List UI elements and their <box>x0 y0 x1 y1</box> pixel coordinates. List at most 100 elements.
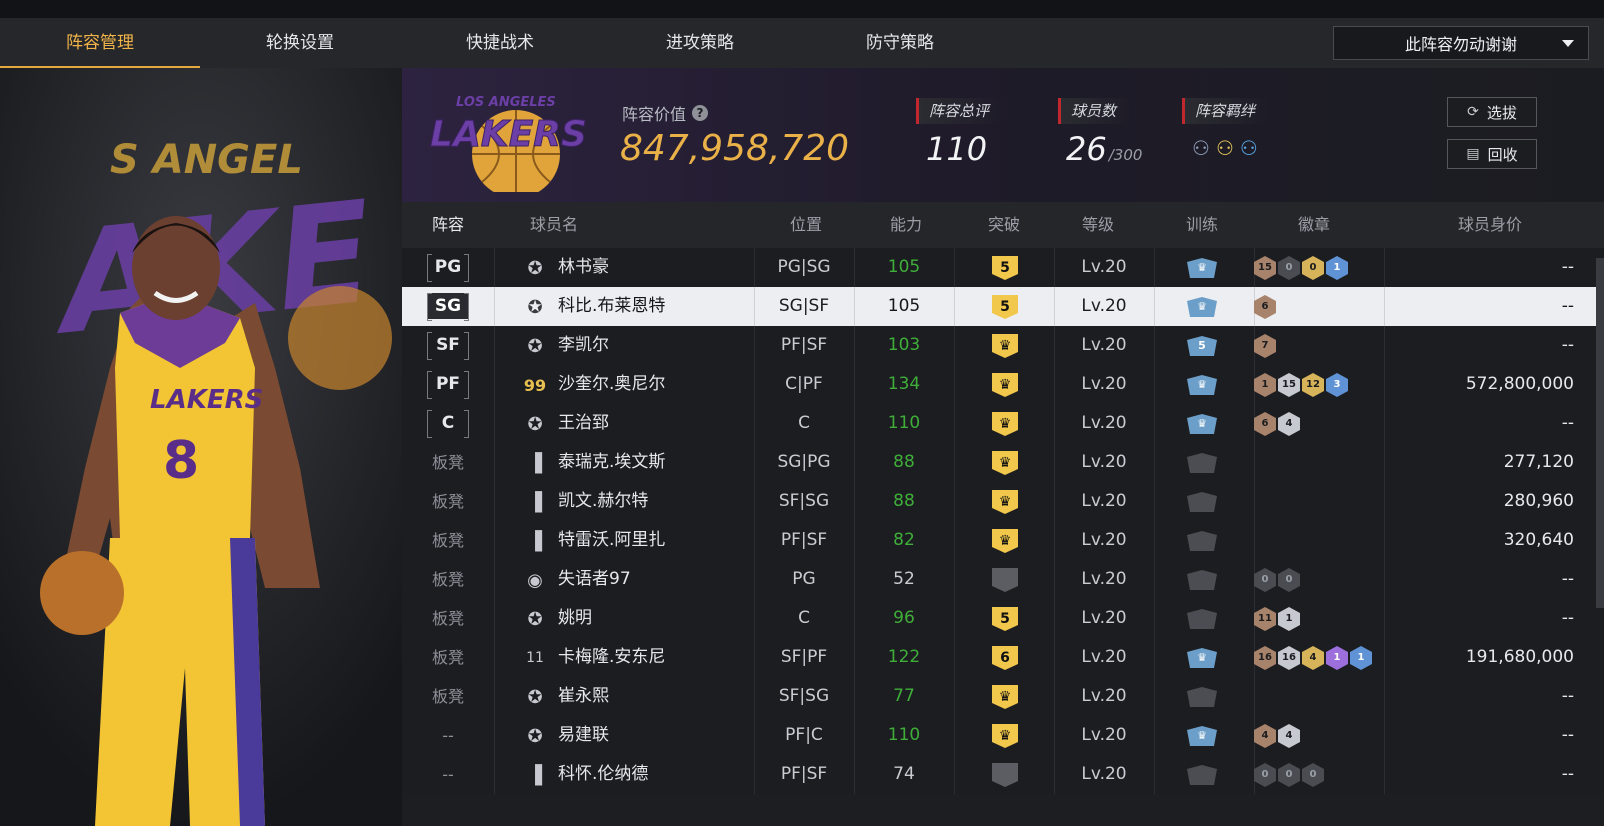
table-row[interactable]: SG ✪ 科比.布莱恩特 SG|SF 105 5 Lv.20 ♛ 6 -- <box>402 287 1604 326</box>
tab-offense[interactable]: 进攻策略 <box>600 18 800 68</box>
bond-group-icon[interactable]: ⚇ <box>1216 136 1234 160</box>
tab-lineup[interactable]: 阵容管理 <box>0 18 200 68</box>
player-name[interactable]: 失语者97 <box>558 560 631 599</box>
table-row[interactable]: 板凳 ▐ 泰瑞克.埃文斯 SG|PG 88 ♛ Lv.20 277,120 <box>402 443 1604 482</box>
slot-cell[interactable]: 板凳 <box>402 677 494 716</box>
col-position[interactable]: 位置 <box>766 202 846 248</box>
badge-icon[interactable]: 0 <box>1278 568 1300 592</box>
slot-cell[interactable]: 板凳 <box>402 482 494 521</box>
col-level[interactable]: 等级 <box>1058 202 1138 248</box>
badge-icon[interactable]: 0 <box>1278 256 1300 280</box>
player-name[interactable]: 特雷沃.阿里扎 <box>558 521 665 560</box>
badge-icon[interactable]: 12 <box>1302 373 1324 397</box>
help-icon[interactable]: ? <box>692 105 709 121</box>
badge-icon[interactable]: 0 <box>1254 763 1276 787</box>
badge-icon[interactable]: 6 <box>1254 295 1276 319</box>
table-row[interactable]: SF ✪ 李凯尔 PF|SF 103 ♛ Lv.20 5 7 -- <box>402 326 1604 365</box>
training-icon[interactable]: ♛ <box>1187 414 1217 434</box>
training-icon[interactable] <box>1187 765 1217 785</box>
training-icon[interactable]: ♛ <box>1187 648 1217 668</box>
col-ability[interactable]: 能力 <box>866 202 946 248</box>
slot-cell[interactable]: PF <box>402 365 494 404</box>
player-name[interactable]: 卡梅隆.安东尼 <box>558 638 665 677</box>
slot-cell[interactable]: 板凳 <box>402 443 494 482</box>
badge-icon[interactable]: 11 <box>1254 607 1276 631</box>
badge-icon[interactable]: 16 <box>1278 646 1300 670</box>
bond-group-icon[interactable]: ⚇ <box>1192 136 1210 160</box>
slot-cell[interactable]: C <box>402 404 494 443</box>
slot-cell[interactable]: -- <box>402 755 494 794</box>
tab-defense[interactable]: 防守策略 <box>800 18 1000 68</box>
player-name[interactable]: 林书豪 <box>558 248 609 287</box>
badge-icon[interactable]: 0 <box>1302 256 1324 280</box>
col-training[interactable]: 训练 <box>1162 202 1242 248</box>
training-icon[interactable]: ♛ <box>1187 258 1217 278</box>
badge-icon[interactable]: 15 <box>1254 256 1276 280</box>
scrollbar[interactable] <box>1596 258 1604 608</box>
position-chip[interactable]: SG <box>427 293 469 321</box>
table-row[interactable]: PF 99 沙奎尔.奥尼尔 C|PF 134 ♛ Lv.20 ♛ 1 15 12 3 572,800,0… <box>402 365 1604 404</box>
badge-icon[interactable]: 4 <box>1254 724 1276 748</box>
col-name[interactable]: 球员名 <box>514 202 594 248</box>
table-row[interactable]: 板凳 ▐ 凯文.赫尔特 SF|SG 88 ♛ Lv.20 280,960 <box>402 482 1604 521</box>
slot-cell[interactable]: 板凳 <box>402 638 494 677</box>
slot-cell[interactable]: PG <box>402 248 494 287</box>
badge-icon[interactable]: 4 <box>1278 724 1300 748</box>
col-badges[interactable]: 徽章 <box>1274 202 1354 248</box>
col-worth[interactable]: 球员身价 <box>1430 202 1550 248</box>
player-name[interactable]: 沙奎尔.奥尼尔 <box>558 365 665 404</box>
badge-icon[interactable]: 3 <box>1326 373 1348 397</box>
badge-icon[interactable]: 1 <box>1326 256 1348 280</box>
slot-cell[interactable]: SF <box>402 326 494 365</box>
training-icon[interactable]: ♛ <box>1187 297 1217 317</box>
player-name[interactable]: 科怀.伦纳德 <box>558 755 648 794</box>
training-icon[interactable]: ♛ <box>1187 726 1217 746</box>
training-icon[interactable]: ♛ <box>1187 375 1217 395</box>
badge-icon[interactable]: 4 <box>1278 412 1300 436</box>
training-icon[interactable] <box>1187 687 1217 707</box>
training-icon[interactable] <box>1187 570 1217 590</box>
table-row[interactable]: -- ▐ 科怀.伦纳德 PF|SF 74 Lv.20 0 0 0 -- <box>402 755 1604 794</box>
player-name[interactable]: 泰瑞克.埃文斯 <box>558 443 665 482</box>
position-chip[interactable]: SF <box>427 332 469 360</box>
table-row[interactable]: 板凳 ✪ 崔永熙 SF|SG 77 ♛ Lv.20 -- <box>402 677 1604 716</box>
training-icon[interactable] <box>1187 453 1217 473</box>
slot-cell[interactable]: SG <box>402 287 494 326</box>
badge-icon[interactable]: 15 <box>1278 373 1300 397</box>
player-name[interactable]: 崔永熙 <box>558 677 609 716</box>
position-chip[interactable]: C <box>427 410 469 438</box>
table-row[interactable]: 板凳 ▐ 特雷沃.阿里扎 PF|SF 82 ♛ Lv.20 320,640 <box>402 521 1604 560</box>
lineup-select-dropdown[interactable]: 此阵容勿动谢谢 <box>1333 26 1589 60</box>
tab-quick-tactics[interactable]: 快捷战术 <box>400 18 600 68</box>
badge-icon[interactable]: 6 <box>1254 412 1276 436</box>
badge-icon[interactable]: 1 <box>1326 646 1348 670</box>
table-row[interactable]: 板凳 11 卡梅隆.安东尼 SF|PF 122 6 Lv.20 ♛ 16 16 4 1 1 191,680… <box>402 638 1604 677</box>
table-row[interactable]: C ✪ 王治郅 C 110 ♛ Lv.20 ♛ 6 4 -- <box>402 404 1604 443</box>
slot-cell[interactable]: 板凳 <box>402 560 494 599</box>
bond-group-icon[interactable]: ⚇ <box>1240 136 1258 160</box>
training-icon[interactable]: 5 <box>1187 336 1217 356</box>
table-row[interactable]: 板凳 ✪ 姚明 C 96 5 Lv.20 11 1 -- <box>402 599 1604 638</box>
player-name[interactable]: 姚明 <box>558 599 592 638</box>
badge-icon[interactable]: 1 <box>1254 373 1276 397</box>
col-lineup[interactable]: 阵容 <box>402 202 494 248</box>
badge-icon[interactable]: 0 <box>1254 568 1276 592</box>
table-row[interactable]: 板凳 ◉ 失语者97 PG 52 Lv.20 0 0 -- <box>402 560 1604 599</box>
position-chip[interactable]: PG <box>427 254 469 282</box>
col-breakthrough[interactable]: 突破 <box>964 202 1044 248</box>
training-icon[interactable] <box>1187 531 1217 551</box>
slot-cell[interactable]: -- <box>402 716 494 755</box>
training-icon[interactable] <box>1187 492 1217 512</box>
player-name[interactable]: 李凯尔 <box>558 326 609 365</box>
position-chip[interactable]: PF <box>427 371 469 399</box>
slot-cell[interactable]: 板凳 <box>402 521 494 560</box>
badge-icon[interactable]: 1 <box>1278 607 1300 631</box>
player-name[interactable]: 科比.布莱恩特 <box>558 287 665 326</box>
badge-icon[interactable]: 0 <box>1302 763 1324 787</box>
badge-icon[interactable]: 0 <box>1278 763 1300 787</box>
badge-icon[interactable]: 1 <box>1350 646 1372 670</box>
badge-icon[interactable]: 16 <box>1254 646 1276 670</box>
badge-icon[interactable]: 7 <box>1254 334 1276 358</box>
recycle-button[interactable]: ▤ 回收 <box>1447 139 1537 169</box>
table-row[interactable]: -- ✪ 易建联 PF|C 110 ♛ Lv.20 ♛ 4 4 -- <box>402 716 1604 755</box>
